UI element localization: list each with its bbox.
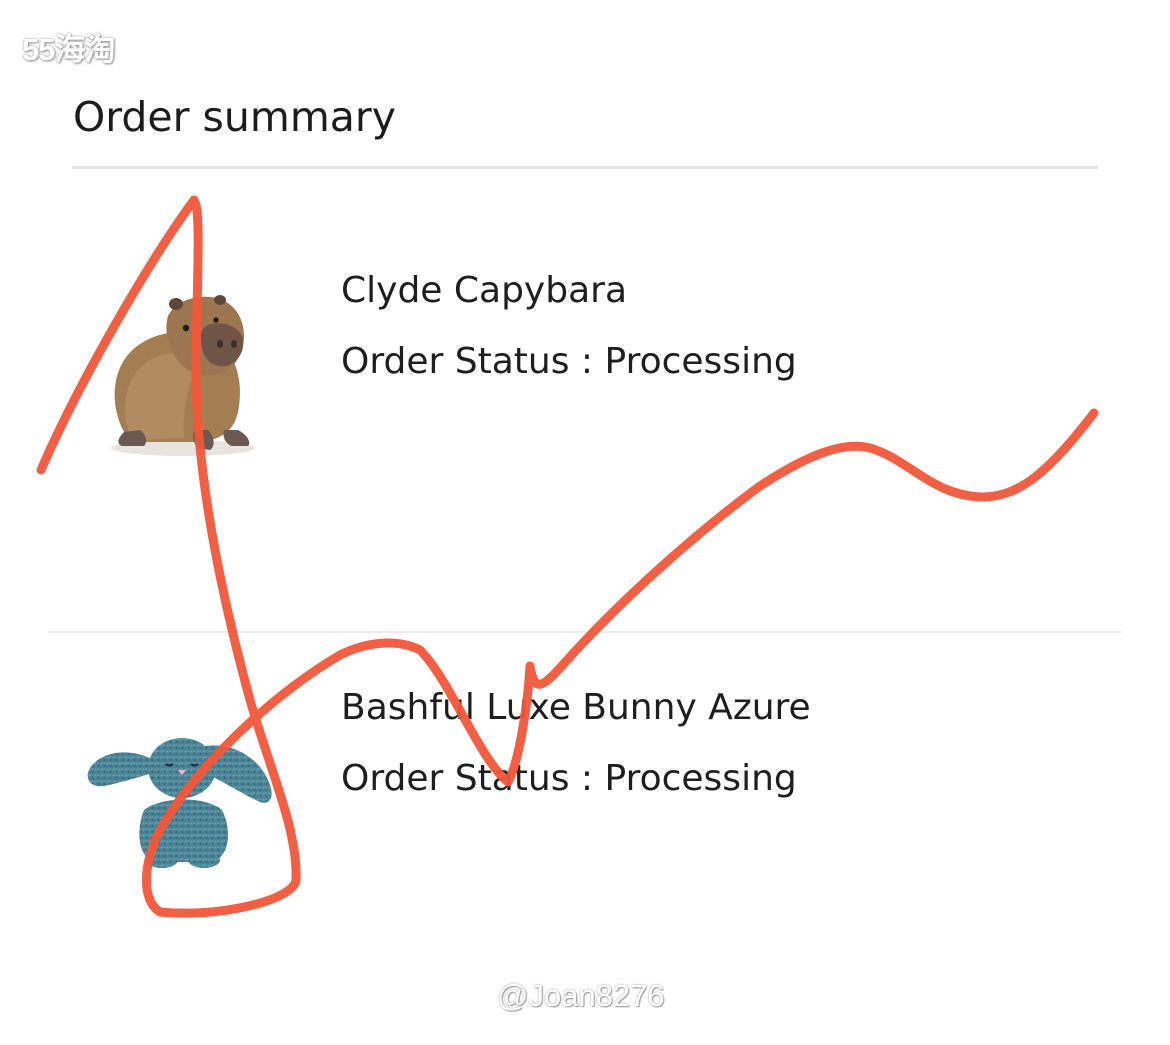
page-title: Order summary <box>73 93 397 142</box>
status-value: Processing <box>604 758 797 799</box>
header-divider <box>72 166 1098 169</box>
item-divider <box>48 631 1122 633</box>
status-label: Order Status : <box>341 341 594 382</box>
item-name[interactable]: Clyde Capybara <box>341 270 627 311</box>
item-status: Order Status : Processing <box>341 758 797 799</box>
item-name[interactable]: Bashful Luxe Bunny Azure <box>341 687 811 728</box>
status-label: Order Status : <box>341 758 594 799</box>
watermark-username: @Joan8276 <box>497 978 665 1013</box>
red-scribble-annotation <box>36 195 1099 918</box>
item-status: Order Status : Processing <box>341 341 797 382</box>
capybara-plush-image <box>111 295 255 456</box>
status-value: Processing <box>604 341 797 382</box>
watermark-logo: 55海淘 <box>22 32 115 67</box>
bunny-plush-image <box>87 738 272 868</box>
